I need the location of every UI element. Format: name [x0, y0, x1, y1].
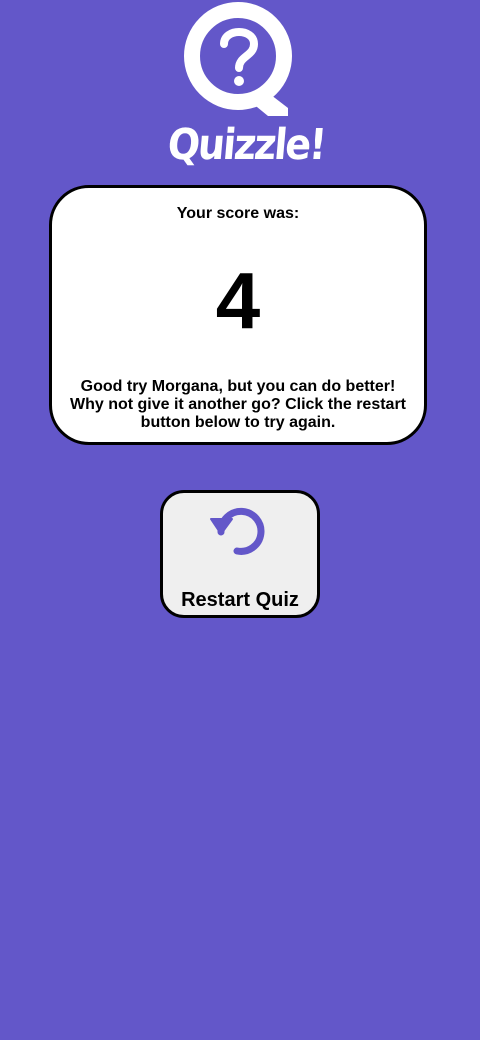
restart-quiz-button[interactable]: Restart Quiz: [160, 490, 320, 618]
score-message: Good try Morgana, but you can do better!…: [69, 378, 407, 431]
restart-quiz-label: Restart Quiz: [181, 589, 299, 611]
score-heading: Your score was:: [176, 205, 300, 222]
score-value: 4: [215, 256, 261, 345]
app-logo: Quizzle!: [166, 0, 327, 175]
question-mark-icon: [184, 2, 292, 116]
score-card: Your score was: 4 Good try Morgana, but …: [49, 185, 427, 445]
restart-icon: [210, 507, 265, 555]
app-title: Quizzle!: [165, 120, 327, 170]
